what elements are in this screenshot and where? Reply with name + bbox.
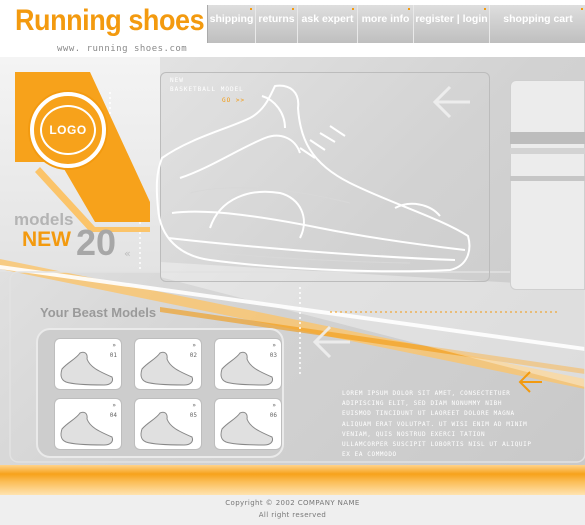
nav-register-login[interactable]: register | login	[414, 5, 490, 43]
logo-ring: LOGO	[40, 105, 96, 155]
shoe-icon	[140, 411, 193, 446]
model-thumb-04[interactable]: » 04	[54, 398, 122, 450]
shoe-icon	[220, 351, 273, 386]
description-text: LOREM IPSUM DOLOR SIT AMET, CONSECTETUER…	[342, 390, 532, 459]
top-nav: shipping returns ask expert more info re…	[207, 5, 585, 43]
side-card	[510, 80, 585, 290]
side-stripe	[510, 132, 585, 144]
side-stripe	[510, 148, 585, 154]
shoe-icon	[60, 351, 113, 386]
footer-stripes	[0, 465, 585, 495]
shoe-icon	[220, 411, 273, 446]
copyright-text: Copyright © 2002 COMPANY NAME	[225, 499, 360, 507]
model-thumb-05[interactable]: » 05	[134, 398, 202, 450]
models-count: 20	[76, 222, 117, 263]
rights-text: All right reserved	[258, 511, 327, 519]
models-grid: » 01 » 02 » 03 » 04 » 05 » 06	[36, 328, 284, 458]
nav-returns[interactable]: returns	[256, 5, 298, 43]
nav-ask-expert[interactable]: ask expert	[298, 5, 358, 43]
logo-text: LOGO	[49, 123, 87, 137]
model-thumb-01[interactable]: » 01	[54, 338, 122, 390]
nav-shipping[interactable]: shipping	[208, 5, 256, 43]
model-thumb-03[interactable]: » 03	[214, 338, 282, 390]
site-title: Running shoes	[15, 4, 205, 37]
models-label: models	[14, 210, 74, 229]
nav-more-info[interactable]: more info	[358, 5, 414, 43]
site-url: www. running shoes.com	[57, 44, 188, 54]
model-thumb-02[interactable]: » 02	[134, 338, 202, 390]
section-title: Your Beast Models	[40, 305, 157, 320]
new-label: NEW	[22, 228, 71, 251]
model-thumb-06[interactable]: » 06	[214, 398, 282, 450]
basketball-shoe-image[interactable]	[150, 78, 480, 278]
side-stripe	[510, 176, 585, 181]
shoe-icon	[140, 351, 193, 386]
chevron-left-icon: «	[124, 247, 131, 260]
nav-shopping-cart[interactable]: shopping cart	[490, 5, 585, 43]
shoe-icon	[60, 411, 113, 446]
